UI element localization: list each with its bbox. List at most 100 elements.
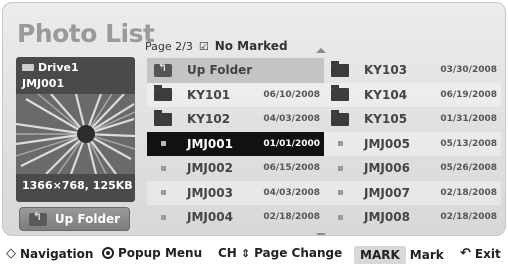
up-folder-button[interactable]: Up Folder [19, 207, 130, 231]
item-name: JMJ002 [187, 161, 233, 176]
folder-icon [154, 109, 172, 126]
row-icon [151, 85, 175, 102]
photo-file-icon [337, 214, 343, 220]
item-date: 06/19/2008 [440, 89, 497, 100]
mark-status: No Marked [214, 39, 288, 53]
popup-menu-hint: Popup Menu [102, 246, 202, 260]
file-row[interactable]: JMJ005 05/13/2008 [324, 131, 501, 156]
item-name: JMJ001 [187, 136, 233, 151]
folder-row[interactable]: KY104 06/19/2008 [324, 82, 501, 107]
navigation-arrows-icon: ◇ [6, 246, 16, 261]
scroll-up-icon[interactable] [316, 48, 326, 53]
item-date: 06/15/2008 [263, 163, 320, 174]
row-icon [328, 60, 352, 77]
usb-drive-icon [22, 64, 34, 71]
folder-icon [331, 85, 349, 102]
item-name: JMJ006 [364, 161, 410, 176]
photo-file-icon [160, 165, 166, 171]
row-icon [328, 190, 352, 196]
exit-hint: ↶ Exit [460, 246, 501, 261]
mark-hint: MARK Mark [354, 246, 444, 264]
item-name: KY103 [364, 63, 408, 78]
item-name: Up Folder [187, 63, 253, 78]
item-date: 02/18/2008 [263, 212, 320, 223]
up-folder-row[interactable]: Up Folder [147, 58, 324, 83]
return-icon: ↶ [460, 246, 471, 261]
page-change-label: Page Change [254, 246, 343, 260]
ch-label: CH [218, 246, 237, 260]
up-folder-icon [28, 210, 47, 226]
photo-file-icon [160, 214, 166, 220]
item-name: JMJ008 [364, 210, 410, 225]
file-list: Up FolderKY10106/10/2008KY10204/03/2008J… [147, 58, 502, 230]
item-name: KY101 [187, 87, 231, 102]
item-date: 01/01/2000 [263, 138, 320, 149]
bottom-help-bar: ◇ Navigation Popup Menu CH ⇕ Page Change… [0, 242, 508, 268]
drive-label: Drive1 [22, 61, 79, 74]
file-list-right-column: KY103 03/30/2008 KY104 06/19/2008 KY105 01/31… [324, 58, 501, 230]
navigation-label: Navigation [20, 246, 94, 261]
page-title: Photo List [17, 19, 155, 48]
navigation-hint: ◇ Navigation [6, 246, 93, 261]
photo-file-icon [160, 190, 166, 196]
file-row[interactable]: JMJ008 02/18/2008 [324, 205, 501, 230]
file-list-left-column: Up FolderKY10106/10/2008KY10204/03/2008J… [147, 58, 324, 230]
row-icon [151, 109, 175, 126]
row-icon [328, 85, 352, 102]
ch-up-down-icon: ⇕ [240, 246, 251, 260]
flower-thumbnail [16, 94, 135, 174]
preview-filename: JMJ001 [22, 77, 65, 90]
popup-menu-label: Popup Menu [118, 246, 203, 260]
file-row[interactable]: JMJ002 06/15/2008 [147, 156, 324, 181]
item-date: 02/18/2008 [440, 212, 497, 223]
item-name: KY102 [187, 112, 231, 127]
folder-icon [154, 85, 172, 102]
mark-key-badge: MARK [354, 246, 406, 264]
file-row[interactable]: JMJ007 02/18/2008 [324, 180, 501, 205]
item-date: 05/26/2008 [440, 163, 497, 174]
mark-label: Mark [409, 248, 444, 262]
scroll-down-icon[interactable] [316, 233, 326, 235]
photo-list-panel: Photo List Page 2/3 ☑ No Marked Drive1 J… [2, 2, 506, 236]
file-row[interactable]: JMJ001 01/01/2000 [147, 131, 324, 156]
folder-icon [331, 60, 349, 77]
item-date: 03/30/2008 [440, 65, 497, 76]
item-date: 01/31/2008 [440, 114, 497, 125]
item-name: JMJ007 [364, 185, 410, 200]
photo-file-icon [160, 141, 166, 147]
item-name: KY105 [364, 112, 408, 127]
row-icon [328, 109, 352, 126]
row-icon [151, 165, 175, 171]
item-date: 04/03/2008 [263, 114, 320, 125]
exit-label: Exit [474, 246, 501, 261]
item-date: 02/18/2008 [440, 187, 497, 198]
item-name: JMJ003 [187, 185, 233, 200]
row-icon [151, 61, 175, 77]
file-row[interactable]: JMJ006 05/26/2008 [324, 156, 501, 181]
page-indicator: Page 2/3 [145, 39, 193, 53]
item-date: 04/03/2008 [263, 187, 320, 198]
item-date: 05/13/2008 [440, 138, 497, 149]
row-icon [151, 141, 175, 147]
folder-row[interactable]: KY105 01/31/2008 [324, 107, 501, 132]
folder-row[interactable]: KY102 04/03/2008 [147, 107, 324, 132]
image-dimensions: 1366×768, 125KB [22, 179, 133, 192]
up-folder-button-label: Up Folder [54, 212, 121, 226]
item-date: 06/10/2008 [263, 89, 320, 100]
row-icon [328, 214, 352, 220]
folder-icon [331, 109, 349, 126]
drive-name: Drive1 [38, 61, 79, 74]
row-icon [328, 165, 352, 171]
checkbox-icon: ☑ [198, 39, 209, 53]
row-icon [328, 141, 352, 147]
up-folder-icon [154, 61, 172, 77]
row-icon [151, 190, 175, 196]
file-row[interactable]: JMJ004 02/18/2008 [147, 205, 324, 230]
folder-row[interactable]: KY101 06/10/2008 [147, 82, 324, 107]
page-info: Page 2/3 ☑ No Marked [145, 39, 288, 53]
photo-file-icon [337, 165, 343, 171]
file-row[interactable]: JMJ003 04/03/2008 [147, 180, 324, 205]
photo-preview: Drive1 JMJ001 1366×768, 125KB [16, 57, 135, 202]
item-name: JMJ004 [187, 210, 233, 225]
folder-row[interactable]: KY103 03/30/2008 [324, 58, 501, 83]
